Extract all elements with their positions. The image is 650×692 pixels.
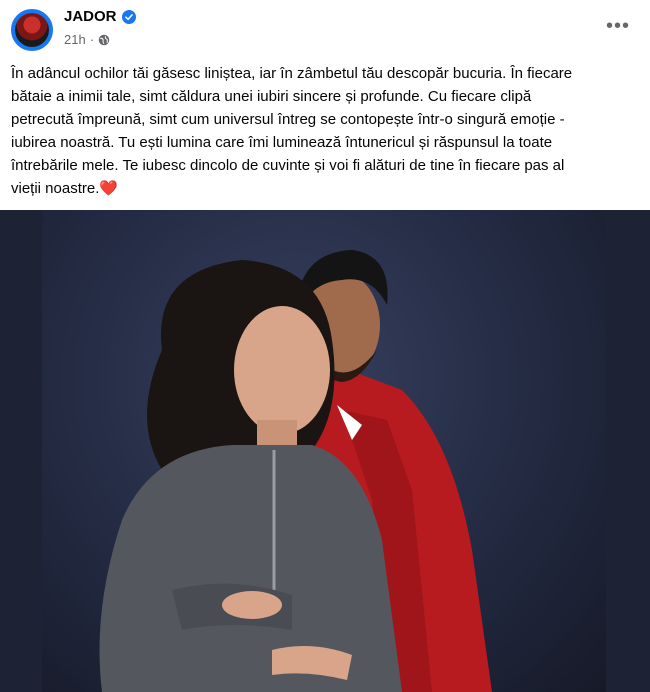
post-header: JADOR 21h · •••	[0, 0, 650, 60]
more-options-icon[interactable]: •••	[604, 16, 632, 36]
author-name[interactable]: JADOR	[64, 8, 117, 25]
avatar-image	[15, 13, 49, 47]
post-photo	[42, 210, 606, 692]
globe-icon[interactable]	[98, 34, 110, 46]
post-photo-container[interactable]	[0, 210, 650, 692]
meta-separator: ·	[89, 32, 95, 47]
post-caption: În adâncul ochilor tăi găsesc liniștea, …	[11, 65, 573, 197]
couple-photo-illustration	[99, 250, 492, 692]
avatar[interactable]	[11, 9, 53, 51]
facebook-post: JADOR 21h · ••• În adâncul ochilor tăi g…	[0, 0, 650, 692]
verified-badge-icon	[122, 10, 136, 24]
post-time[interactable]: 21h	[64, 32, 86, 47]
post-meta: 21h ·	[64, 32, 110, 47]
